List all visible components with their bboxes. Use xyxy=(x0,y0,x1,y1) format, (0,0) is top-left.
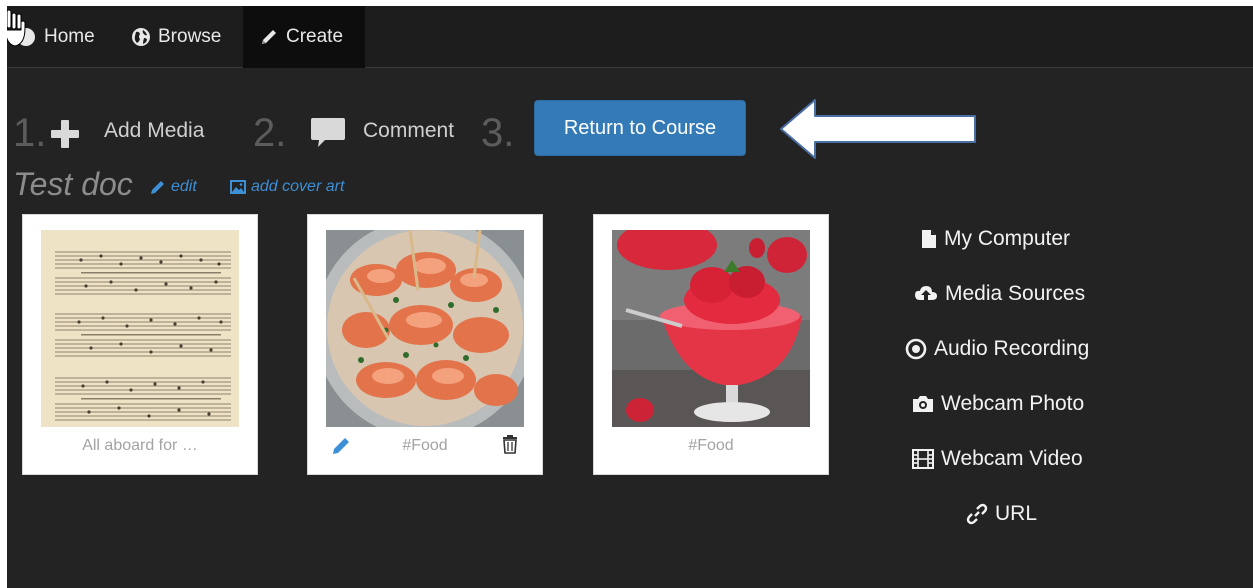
plus-icon[interactable] xyxy=(49,118,81,155)
return-to-course-button[interactable]: Return to Course xyxy=(534,100,746,156)
camera-icon xyxy=(912,395,934,413)
app-window: Home Browse Create 1. Add Media 2. Comme… xyxy=(7,6,1253,588)
source-audio-recording[interactable]: Audio Recording xyxy=(905,335,1089,363)
strawberry-sorbet-image xyxy=(612,230,810,427)
nav-create-label: Create xyxy=(286,26,344,47)
source-label: My Computer xyxy=(944,227,1071,250)
source-label: Webcam Video xyxy=(941,447,1083,470)
film-icon xyxy=(912,449,934,469)
sheet-music-image xyxy=(41,230,239,427)
media-card[interactable]: All aboard for … xyxy=(22,214,258,475)
source-label: URL xyxy=(995,502,1038,525)
step-2-number: 2. xyxy=(253,111,287,155)
add-cover-art-link[interactable]: add cover art xyxy=(229,178,344,196)
cover-label: add cover art xyxy=(251,178,345,195)
trash-icon[interactable] xyxy=(501,434,519,459)
nav-browse-label: Browse xyxy=(158,26,222,47)
record-icon xyxy=(905,338,927,360)
step-1-number: 1. xyxy=(13,111,47,155)
edit-label: edit xyxy=(171,178,197,195)
comment-link[interactable]: Comment xyxy=(363,116,454,146)
media-card[interactable]: #Food xyxy=(307,214,543,475)
image-icon xyxy=(230,180,246,194)
add-media-link[interactable]: Add Media xyxy=(104,116,204,146)
source-url[interactable]: URL xyxy=(966,500,1037,528)
source-media-sources[interactable]: Media Sources xyxy=(914,280,1085,308)
shrimp-dish-image xyxy=(326,230,524,427)
pencil-icon xyxy=(151,181,164,194)
document-title: Test doc xyxy=(13,166,133,202)
link-icon xyxy=(966,503,988,525)
nav-create[interactable]: Create xyxy=(243,6,365,68)
source-label: Webcam Photo xyxy=(941,392,1085,415)
source-webcam-photo[interactable]: Webcam Photo xyxy=(912,390,1084,418)
cloud-upload-icon xyxy=(914,284,938,304)
file-icon xyxy=(921,229,937,249)
comment-icon[interactable] xyxy=(309,116,347,155)
card-caption: #Food xyxy=(688,437,734,454)
hand-cursor-icon xyxy=(7,8,29,57)
pencil-icon xyxy=(259,27,279,47)
card-caption: All aboard for … xyxy=(82,437,198,454)
step-3-number: 3. xyxy=(481,111,515,155)
nav-browse[interactable]: Browse xyxy=(131,6,221,68)
arrow-left-icon xyxy=(777,96,979,167)
source-label: Audio Recording xyxy=(934,337,1090,360)
media-card[interactable]: #Food xyxy=(593,214,829,475)
globe-icon xyxy=(131,27,151,47)
source-my-computer[interactable]: My Computer xyxy=(921,225,1070,253)
nav-home-label: Home xyxy=(44,26,95,47)
top-navbar: Home Browse Create xyxy=(7,6,1253,68)
source-label: Media Sources xyxy=(945,282,1086,305)
edit-title-link[interactable]: edit xyxy=(149,178,197,196)
source-webcam-video[interactable]: Webcam Video xyxy=(912,445,1083,473)
